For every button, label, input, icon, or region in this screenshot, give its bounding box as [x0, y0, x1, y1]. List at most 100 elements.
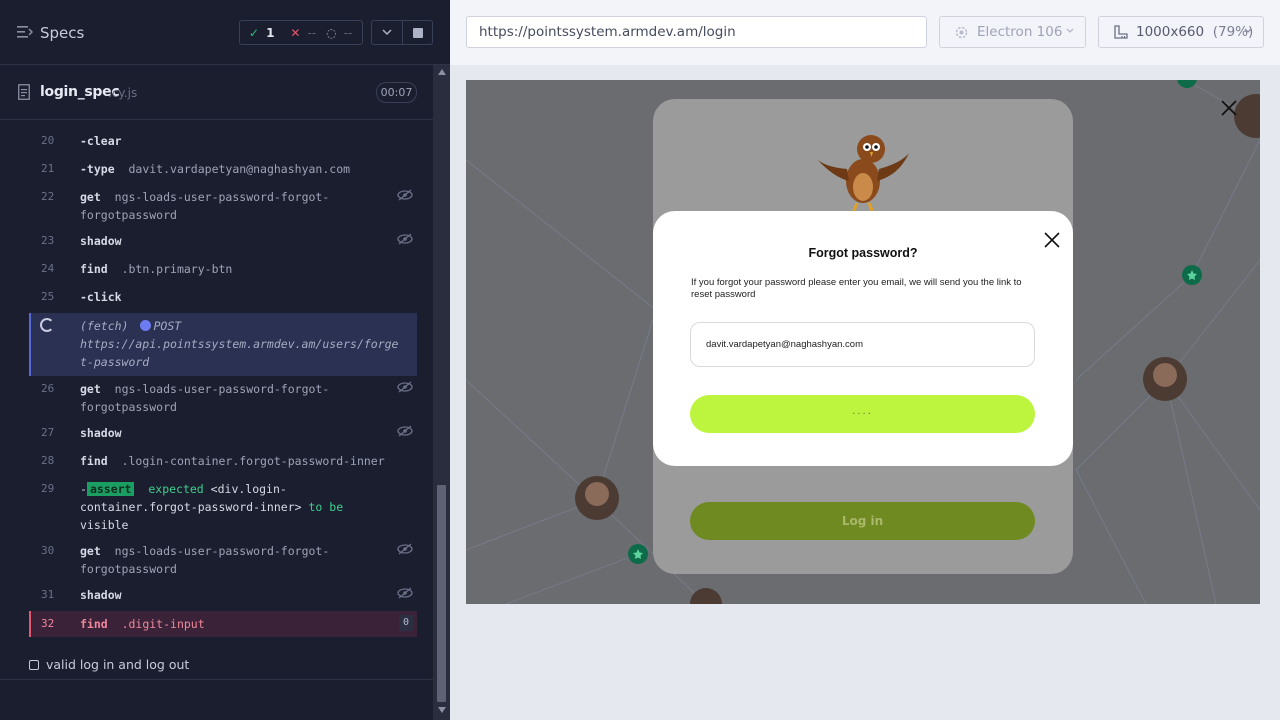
command-number: 23	[41, 234, 55, 247]
command-message: .btn.primary-btn	[121, 262, 233, 276]
command-message: .digit-input	[121, 617, 205, 631]
test-item[interactable]: valid log in and log out	[29, 657, 189, 672]
command-number: 29	[41, 482, 55, 495]
command-row[interactable]: 25 -click	[29, 286, 417, 308]
duration-badge: 00:07	[376, 82, 417, 103]
pending-dot-icon	[140, 320, 152, 331]
scroll-thumb[interactable]	[437, 485, 446, 702]
spec-file-ext: .cy.js	[108, 86, 138, 100]
scroll-down-icon[interactable]	[438, 707, 446, 713]
command-name: get	[80, 190, 101, 204]
fetch-label: (fetch)	[80, 319, 129, 333]
command-number: 26	[41, 382, 55, 395]
assert-prefix: -	[80, 482, 87, 496]
assert-subject-cont: container.forgot-password-inner>	[80, 500, 302, 514]
hidden-eye-icon	[397, 587, 413, 599]
failed-command-row[interactable]: 32 find .digit-input 0	[29, 611, 417, 637]
modal-title: Forgot password?	[808, 246, 918, 260]
command-row[interactable]: 27 shadow	[29, 422, 417, 444]
command-name: find	[80, 262, 108, 276]
command-row[interactable]: 31 shadow	[29, 584, 417, 606]
test-stats: ✓ 1 ✕ -- ◌ --	[239, 20, 363, 45]
hidden-eye-icon	[397, 543, 413, 555]
command-row[interactable]: 20 -clear	[29, 130, 417, 152]
command-name: shadow	[80, 588, 122, 602]
stop-button[interactable]	[403, 20, 433, 45]
command-name: find	[80, 454, 108, 468]
command-message-cont: forgotpassword	[80, 562, 177, 576]
hidden-eye-icon	[397, 189, 413, 201]
chevron-down-icon	[1066, 28, 1074, 33]
command-row[interactable]: 22 get ngs-loads-user-password-forgot-fo…	[29, 186, 417, 226]
element-count-badge: 0	[399, 615, 413, 631]
test-title: valid log in and log out	[46, 657, 190, 672]
specs-title[interactable]: Specs	[40, 24, 84, 42]
ruler-icon	[1114, 25, 1128, 39]
toggle-autoscroll-button[interactable]	[371, 20, 403, 45]
email-field[interactable]: davit.vardapetyan@naghashyan.com	[690, 322, 1035, 367]
command-number: 27	[41, 426, 55, 439]
close-icon[interactable]	[1220, 99, 1238, 117]
divider	[0, 679, 433, 680]
runner-toolbar: https://pointssystem.armdev.am/login Ele…	[450, 0, 1280, 65]
test-status-icon	[29, 660, 39, 670]
command-number: 31	[41, 588, 55, 601]
failed-stat: ✕ --	[290, 26, 316, 40]
command-name: shadow	[80, 234, 122, 248]
fetch-method: POST	[153, 319, 182, 333]
app-under-test: Log in Forgot password? If you forgot yo…	[466, 80, 1260, 604]
command-row[interactable]: 28 find .login-container.forgot-password…	[29, 450, 417, 472]
command-row[interactable]: 26 get ngs-loads-user-password-forgot-fo…	[29, 378, 417, 418]
electron-icon	[955, 26, 968, 39]
stop-icon	[413, 28, 423, 38]
chevron-down-icon	[382, 29, 392, 36]
spec-file-header: login_spec .cy.js 00:07	[0, 65, 433, 120]
passed-stat: ✓ 1	[249, 26, 274, 40]
command-row[interactable]: 23 shadow	[29, 230, 417, 252]
submit-button[interactable]: ....	[690, 395, 1035, 433]
passed-count: 1	[266, 25, 275, 40]
command-message: ngs-loads-user-password-forgot-	[114, 190, 330, 204]
pending-stat: ◌ --	[326, 26, 352, 40]
command-message: .login-container.forgot-password-inner	[121, 454, 385, 468]
command-name: get	[80, 382, 101, 396]
assert-visible: visible	[80, 518, 129, 532]
viewport-selector[interactable]: 1000x660 (79%)	[1098, 16, 1264, 48]
fetch-url: https://api.pointssystem.armdev.am/users…	[80, 337, 399, 351]
browser-label: Electron 106	[977, 24, 1063, 40]
browser-selector[interactable]: Electron 106	[939, 16, 1086, 48]
owl-mascot-logo	[817, 135, 909, 214]
command-number: 22	[41, 190, 55, 203]
url-bar[interactable]: https://pointssystem.armdev.am/login	[466, 16, 927, 48]
command-row[interactable]: 30 get ngs-loads-user-password-forgot-fo…	[29, 540, 417, 580]
fetch-request-row[interactable]: (fetch) POST https://api.pointssystem.arm…	[29, 313, 417, 376]
pending-icon: ◌	[326, 25, 337, 40]
command-row[interactable]: 21 -type davit.vardapetyan@naghashyan.co…	[29, 158, 417, 180]
modal-description: If you forgot your password please enter…	[691, 277, 1022, 300]
command-name: -click	[80, 290, 122, 304]
forgot-password-modal: Forgot password? If you forgot your pass…	[653, 211, 1073, 466]
assert-to-be: to be	[308, 500, 344, 514]
close-icon[interactable]	[1044, 232, 1060, 248]
menu-icon[interactable]	[17, 25, 33, 39]
command-row[interactable]: 24 find .btn.primary-btn	[29, 258, 417, 280]
command-name: shadow	[80, 426, 122, 440]
cross-icon: ✕	[290, 25, 301, 40]
command-message: ngs-loads-user-password-forgot-	[114, 382, 330, 396]
viewport-size: 1000x660	[1136, 24, 1205, 40]
reporter-scrollbar[interactable]	[433, 65, 450, 720]
login-button[interactable]: Log in	[690, 502, 1035, 540]
assert-row[interactable]: 29 - assert expected <div.login- containe…	[29, 478, 417, 536]
loading-spinner-icon	[40, 318, 54, 332]
hidden-eye-icon	[397, 233, 413, 245]
failed-count: --	[307, 25, 317, 40]
command-number: 28	[41, 454, 55, 467]
command-log: 20 -clear 21 -type davit.vardapetyan@nag…	[0, 120, 433, 680]
hidden-eye-icon	[397, 381, 413, 393]
scroll-up-icon[interactable]	[438, 69, 446, 75]
document-icon	[18, 84, 30, 100]
command-number: 21	[41, 162, 55, 175]
reporter-header: Specs ✓ 1 ✕ -- ◌ --	[0, 0, 450, 65]
hidden-eye-icon	[397, 425, 413, 437]
assert-expected: expected	[148, 482, 204, 496]
